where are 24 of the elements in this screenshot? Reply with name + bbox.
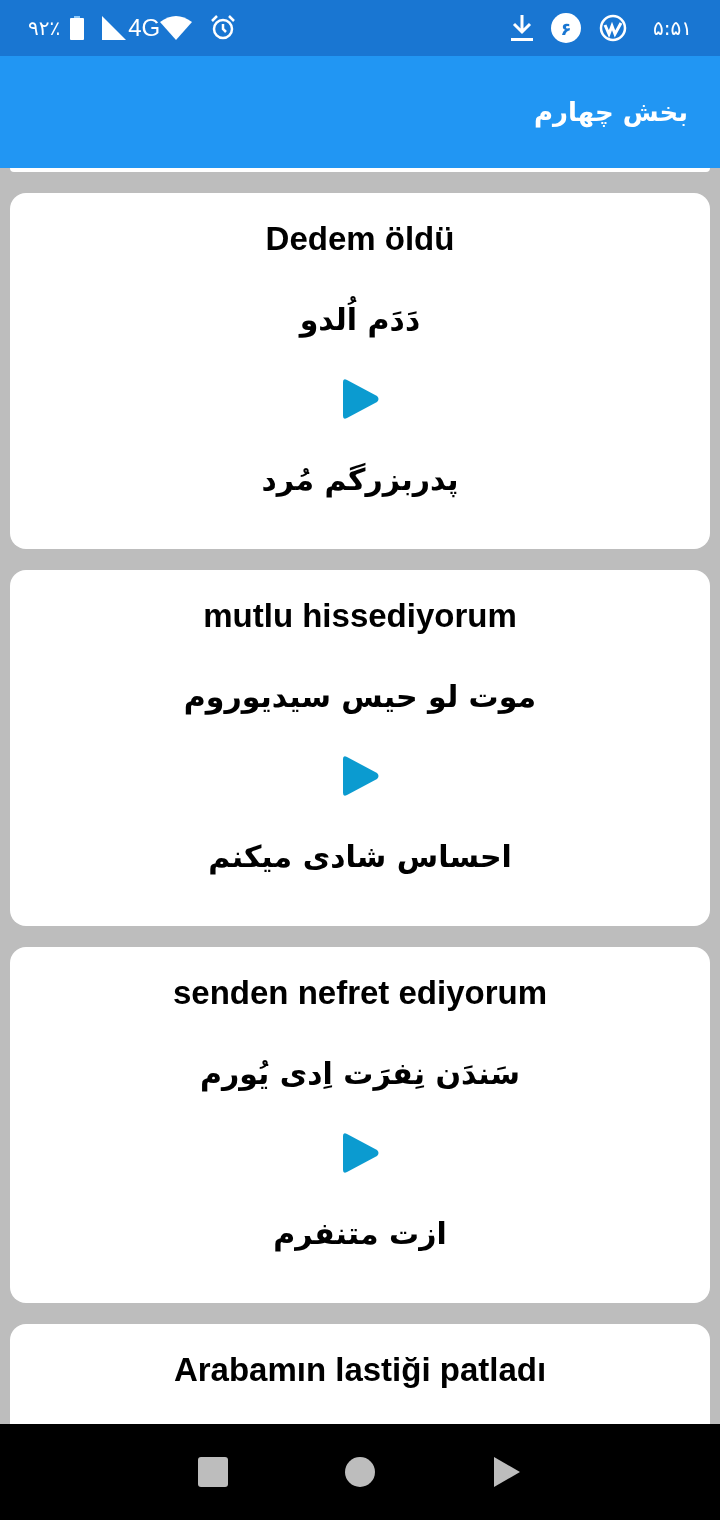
alarm-icon: [210, 15, 237, 41]
network-text: 4G: [128, 13, 161, 43]
phrase-text: senden nefret ediyorum: [172, 973, 548, 1014]
phrase-text: Arabamın lastiği patladı: [173, 1350, 547, 1391]
translation-text: پدربزرگم مُرد: [261, 460, 459, 500]
back-button[interactable]: [491, 1455, 522, 1489]
app-logo-icon: [599, 14, 628, 42]
time-text: ۵:۵۱: [653, 15, 692, 42]
wifi-icon: [160, 16, 193, 40]
phrase-text: Dedem öldü: [265, 219, 455, 260]
download-icon: [511, 15, 534, 41]
battery-text: ۹۲٪: [28, 15, 61, 42]
pronunciation-text: سَندَن نِفرَت اِدی یُورم: [199, 1054, 521, 1094]
recents-button[interactable]: [198, 1457, 229, 1487]
app-bar-title: بخش چهارم: [534, 95, 688, 130]
pronunciation-text: دَدَم اُلدو: [299, 296, 421, 342]
battery-icon: [70, 16, 85, 40]
translation-text: احساس شادی میکنم: [208, 837, 512, 877]
translation-text: ازت متنفرم: [273, 1214, 447, 1254]
home-button[interactable]: [345, 1457, 375, 1487]
signal-icon: [102, 16, 127, 40]
notification-count: ۶: [551, 13, 582, 43]
pronunciation-text: موت لو حیس سیدیوروم: [183, 677, 537, 717]
phrase-text: mutlu hissediyorum: [203, 596, 517, 637]
